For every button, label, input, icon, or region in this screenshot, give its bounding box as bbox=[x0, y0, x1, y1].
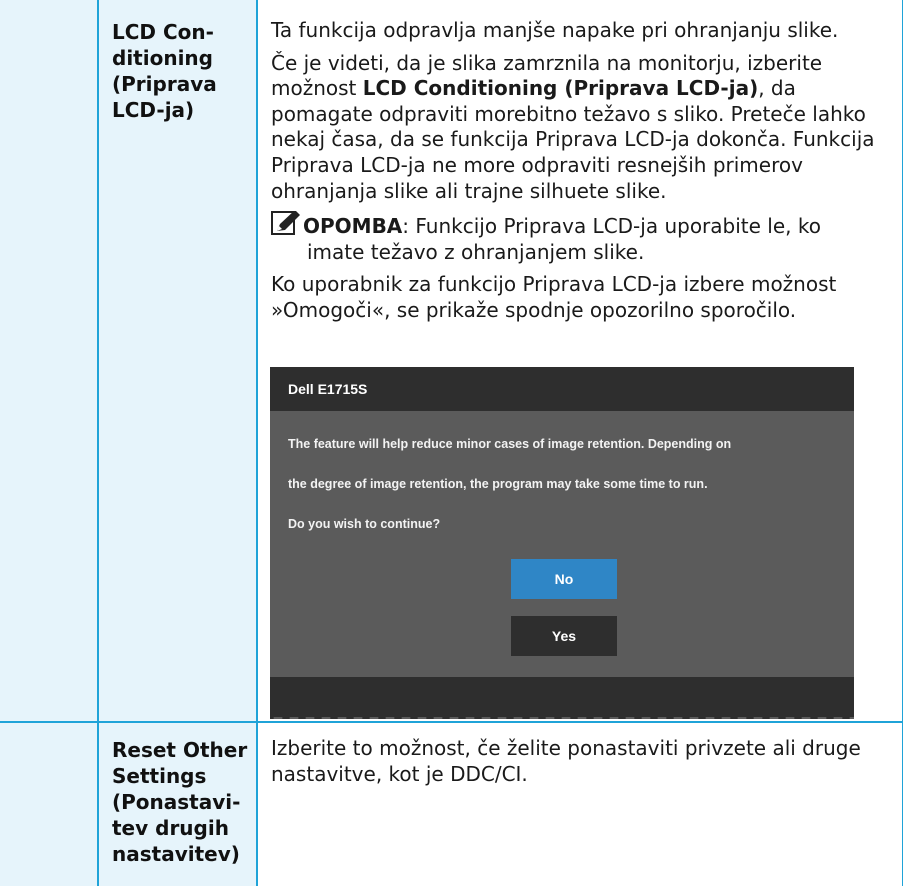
term-reset-other-settings: Reset Other Settings (Ponastavi- tev dru… bbox=[99, 723, 256, 867]
osd-message-line: The feature will help reduce minor cases… bbox=[288, 437, 732, 451]
term-line: nastavitev) bbox=[112, 842, 240, 866]
osd-title: Dell E1715S bbox=[270, 367, 854, 411]
bold-option-name: LCD Conditioning (Priprava LCD-ja) bbox=[362, 76, 759, 101]
term-cell: LCD Con- ditioning (Priprava LCD-ja) bbox=[99, 0, 258, 723]
term-line: Settings bbox=[112, 764, 207, 788]
osd-message-line: the degree of image retention, the progr… bbox=[288, 477, 708, 491]
osd-dotted-edge bbox=[270, 717, 854, 719]
term-line: Reset Other bbox=[112, 738, 248, 762]
term-line: ditioning bbox=[112, 46, 213, 70]
term-line: (Priprava bbox=[112, 72, 217, 96]
term-line: LCD-ja) bbox=[112, 98, 195, 122]
term-line: (Ponastavi- bbox=[112, 790, 241, 814]
description-paragraph: Ta funkcija odpravlja manjše napake pri … bbox=[271, 18, 839, 42]
osd-question: Do you wish to continue? bbox=[288, 517, 441, 531]
description-paragraph: Če je videti, da je slika zamrznila na m… bbox=[271, 51, 894, 205]
description-cell: Izberite to možnost, če želite ponastavi… bbox=[258, 723, 903, 886]
note-label: OPOMBA bbox=[303, 214, 403, 239]
note-block: OPOMBA: Funkcijo Priprava LCD-ja uporabi… bbox=[271, 210, 894, 265]
osd-footer-bar bbox=[270, 677, 854, 719]
term-cell: Reset Other Settings (Ponastavi- tev dru… bbox=[99, 723, 258, 886]
yes-button[interactable]: Yes bbox=[511, 616, 617, 656]
no-button[interactable]: No bbox=[511, 559, 617, 599]
note-text: : Funkcijo Priprava LCD-ja uporabite le,… bbox=[402, 214, 821, 239]
blank-cell bbox=[0, 0, 99, 723]
osd-warning-dialog: Dell E1715S The feature will help reduce… bbox=[270, 367, 854, 719]
term-line: LCD Con- bbox=[112, 20, 214, 44]
term-lcd-conditioning: LCD Con- ditioning (Priprava LCD-ja) bbox=[99, 0, 256, 123]
note-pencil-icon bbox=[271, 210, 301, 237]
note-text-continued: imate težavo z ohranjanjem slike. bbox=[307, 239, 645, 264]
term-line: tev drugih bbox=[112, 816, 229, 840]
description-paragraph: Izberite to možnost, če želite ponastavi… bbox=[271, 736, 861, 786]
blank-cell bbox=[0, 723, 99, 886]
description-paragraph: Ko uporabnik za funkcijo Priprava LCD-ja… bbox=[271, 272, 837, 322]
